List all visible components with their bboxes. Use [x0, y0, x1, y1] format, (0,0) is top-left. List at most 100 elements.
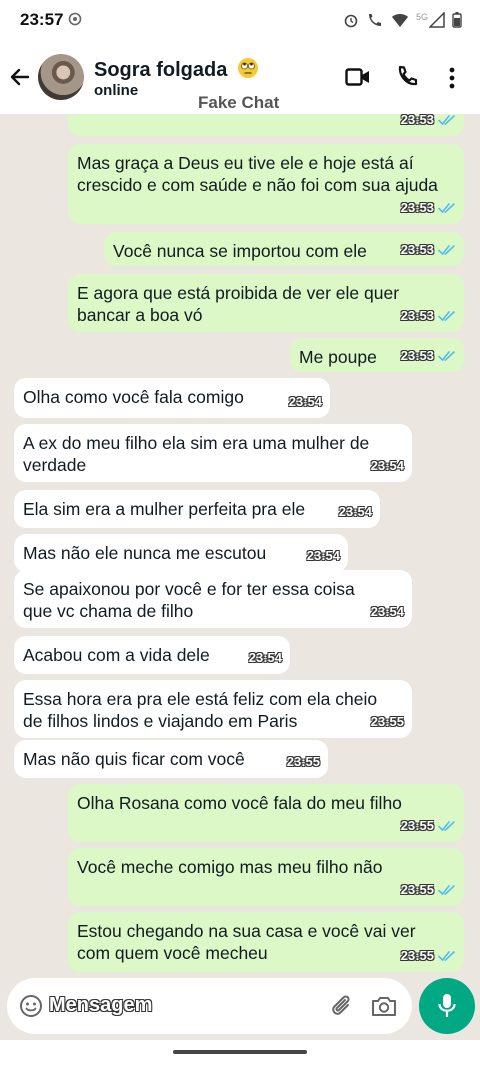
contact-name-text: Sogra folgada — [94, 59, 228, 81]
message-time: 23:54 — [306, 548, 340, 563]
menu-dots-icon[interactable] — [448, 67, 456, 89]
chat-header: Sogra folgada online Fake Chat — [0, 40, 480, 114]
back-arrow-icon[interactable] — [8, 65, 32, 89]
outgoing-message[interactable]: Você meche comigo mas meu filho não 23:55 — [68, 848, 464, 906]
message-text: Acabou com a vida dele — [23, 645, 210, 665]
read-ticks-icon — [438, 115, 455, 126]
message-text: Mas não quis ficar com você — [23, 749, 245, 769]
message-time: 23:54 — [288, 394, 322, 409]
message-text: A ex do meu filho ela sim era uma mulher… — [23, 433, 370, 475]
message-meta: 23:54 — [371, 455, 404, 477]
fake-chat-watermark: Fake Chat — [198, 93, 280, 112]
emoji-icon[interactable] — [19, 994, 43, 1018]
outgoing-message[interactable]: Me poupe 23:53 — [290, 338, 464, 372]
message-time: 23:53 — [400, 114, 434, 127]
message-meta: 23:53 — [401, 114, 456, 131]
message-text: Se apaixonou por você e for ter essa coi… — [23, 579, 355, 621]
camera-icon[interactable] — [371, 994, 397, 1018]
status-bar: 23:57 5G — [0, 0, 480, 40]
outgoing-message[interactable]: Olha Rosana como você fala do meu filho 2… — [68, 784, 464, 842]
message-time: 23:55 — [370, 714, 404, 729]
message-text: Você meche comigo mas meu filho não — [77, 857, 383, 877]
contact-name[interactable]: Sogra folgada — [94, 57, 259, 82]
message-meta: 23:55 — [401, 815, 456, 837]
message-meta: 23:53 — [401, 197, 456, 219]
network-label: 5G — [415, 12, 428, 22]
status-time: 23:57 — [20, 10, 64, 29]
message-time: 23:55 — [400, 818, 434, 833]
message-meta: 23:54 — [307, 545, 340, 567]
read-ticks-icon — [438, 951, 455, 962]
navigation-bar — [0, 1040, 480, 1066]
message-text: Estou chegando na sua casa e você vai ve… — [77, 921, 416, 963]
message-text: E agora que está proibida de ver ele que… — [77, 283, 400, 325]
incoming-message[interactable]: Essa hora era pra ele está feliz com ela… — [14, 680, 412, 738]
read-ticks-icon — [438, 821, 455, 832]
read-ticks-icon — [438, 885, 455, 896]
battery-icon — [452, 12, 462, 28]
message-time: 23:55 — [400, 948, 434, 963]
message-meta: 23:55 — [371, 711, 404, 733]
contact-status: online — [94, 82, 139, 99]
wifi-call-icon — [368, 14, 381, 26]
incoming-message[interactable]: Acabou com a vida dele 23:54 — [14, 636, 290, 674]
message-text: Me poupe — [299, 347, 377, 367]
message-time: 23:53 — [400, 308, 434, 323]
message-text: Olha Rosana como você fala do meu filho — [77, 793, 402, 813]
wifi-icon — [391, 14, 408, 27]
incoming-message[interactable]: A ex do meu filho ela sim era uma mulher… — [14, 424, 412, 482]
incoming-message[interactable]: Ela sim era a mulher perfeita pra ele 23:… — [14, 490, 380, 528]
message-meta: 23:54 — [249, 647, 282, 669]
attach-icon[interactable] — [329, 993, 353, 1019]
read-ticks-icon — [438, 351, 455, 362]
message-text: Olha como você fala comigo — [23, 387, 244, 407]
outgoing-message[interactable]: Você nunca se importou com ele 23:53 — [104, 232, 464, 266]
chat-area[interactable]: 23:53 Mas graça a Deus eu tive ele e hoje… — [0, 114, 480, 976]
message-time: 23:53 — [400, 242, 434, 257]
outgoing-message[interactable]: Estou chegando na sua casa e você vai ve… — [68, 912, 464, 972]
message-text: Você nunca se importou com ele — [113, 241, 367, 261]
message-time: 23:55 — [286, 754, 320, 769]
message-input[interactable]: Mensagem — [7, 978, 412, 1034]
outgoing-message[interactable]: 23:53 — [68, 114, 464, 136]
message-meta: 23:53 — [401, 305, 456, 327]
message-text: Ela sim era a mulher perfeita pra ele — [23, 499, 306, 519]
outgoing-message[interactable]: Mas graça a Deus eu tive ele e hoje está… — [68, 144, 464, 224]
message-time: 23:54 — [248, 650, 282, 665]
rolling-eyes-emoji-icon — [237, 58, 258, 78]
message-meta: 23:53 — [401, 239, 456, 261]
message-meta: 23:54 — [371, 601, 404, 623]
incoming-message[interactable]: Mas não ele nunca me escutou 23:54 — [14, 534, 348, 572]
status-icons: 5G — [343, 12, 462, 28]
message-meta: 23:55 — [401, 945, 456, 967]
message-time: 23:54 — [370, 458, 404, 473]
read-ticks-icon — [438, 245, 455, 256]
incoming-message[interactable]: Se apaixonou por você e for ter essa coi… — [14, 570, 412, 628]
video-call-icon[interactable] — [345, 67, 371, 87]
message-time: 23:54 — [338, 504, 372, 519]
contact-avatar[interactable] — [38, 54, 84, 100]
read-ticks-icon — [438, 203, 455, 214]
message-meta: 23:54 — [289, 391, 322, 413]
mic-button[interactable] — [419, 978, 475, 1034]
read-ticks-icon — [438, 311, 455, 322]
home-gesture-handle[interactable] — [173, 1050, 307, 1054]
message-meta: 23:55 — [287, 751, 320, 773]
message-time: 23:54 — [370, 604, 404, 619]
message-text: Essa hora era pra ele está feliz com ela… — [23, 689, 378, 731]
message-time: 23:53 — [400, 348, 434, 363]
message-text: Mas não ele nunca me escutou — [23, 543, 267, 563]
signal-icon — [429, 12, 445, 28]
incoming-message[interactable]: Mas não quis ficar com você 23:55 — [14, 740, 328, 778]
message-meta: 23:54 — [339, 501, 372, 523]
input-placeholder: Mensagem — [49, 994, 153, 1016]
mic-icon — [438, 994, 456, 1017]
message-time: 23:53 — [400, 200, 434, 215]
phone-icon[interactable] — [395, 65, 419, 89]
outgoing-message[interactable]: E agora que está proibida de ver ele que… — [68, 274, 464, 332]
message-meta: 23:55 — [401, 879, 456, 901]
message-time: 23:55 — [400, 882, 434, 897]
incoming-message[interactable]: Olha como você fala comigo 23:54 — [14, 378, 330, 418]
alarm-icon — [344, 14, 358, 28]
message-text: Mas graça a Deus eu tive ele e hoje está… — [77, 153, 438, 195]
